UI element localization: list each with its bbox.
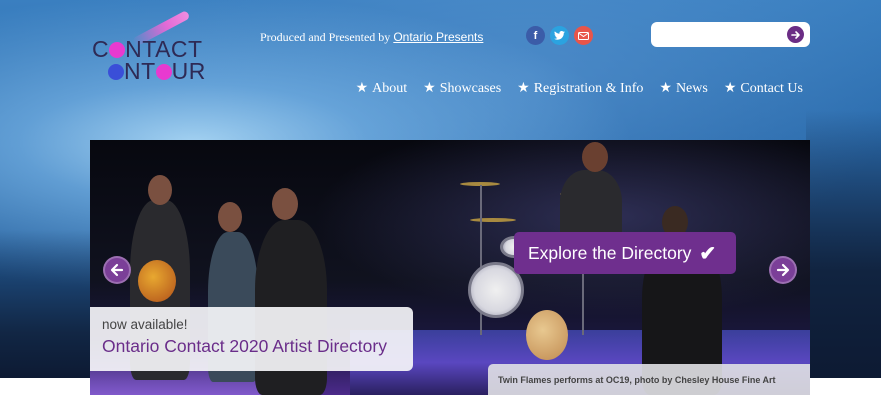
logo-line-ontour: NT UR — [108, 60, 206, 83]
explore-label: Explore the Directory — [528, 242, 692, 263]
nav-label: Contact Us — [740, 80, 803, 96]
acoustic-guitar — [526, 310, 568, 360]
email-icon[interactable] — [574, 26, 593, 45]
crowd-silhouette-right — [806, 110, 881, 378]
star-icon: ★ — [723, 81, 737, 96]
search-input[interactable] — [659, 25, 779, 44]
star-icon: ★ — [517, 81, 530, 96]
nav-item-contact-us[interactable]: ★ Contact Us — [724, 80, 803, 97]
nav-item-registration-info[interactable]: ★ Registration & Info — [517, 80, 643, 97]
caption-title: Ontario Contact 2020 Artist Directory — [102, 336, 387, 356]
nav-item-about[interactable]: ★ About — [356, 80, 408, 97]
slide-caption[interactable]: now available! Ontario Contact 2020 Arti… — [90, 307, 413, 371]
produced-by-text: Produced and Presented by Ontario Presen… — [260, 30, 483, 45]
crowd-silhouette-left — [0, 230, 90, 378]
main-nav: ★ About ★ Showcases ★ Registration & Info ★… — [356, 80, 803, 97]
prev-slide-button[interactable] — [103, 256, 131, 284]
arrow-right-icon — [776, 263, 790, 277]
performer-3-head — [272, 188, 298, 220]
star-icon: ★ — [423, 81, 436, 96]
star-icon: ★ — [659, 81, 672, 96]
cymbal — [470, 218, 516, 222]
nav-item-showcases[interactable]: ★ Showcases — [423, 80, 501, 97]
explore-directory-button[interactable]: Explore the Directory ✔ — [514, 232, 736, 274]
photo-credit: Twin Flames performs at OC19, photo by C… — [488, 364, 810, 395]
caption-subtitle: now available! — [102, 317, 188, 332]
performer-1-head — [148, 175, 172, 205]
social-icons: f — [526, 26, 593, 45]
nav-label: About — [372, 80, 408, 96]
produced-prefix: Produced and Presented by — [260, 30, 391, 44]
arrow-right-circle-icon[interactable] — [787, 26, 804, 43]
search-bar — [651, 22, 810, 47]
electric-guitar — [138, 260, 176, 302]
performer-2-head — [218, 202, 242, 232]
arrow-left-icon — [110, 263, 124, 277]
nav-label: Registration & Info — [533, 80, 644, 96]
twitter-icon[interactable] — [550, 26, 569, 45]
nav-item-news[interactable]: ★ News — [659, 80, 707, 97]
contact-ontour-logo[interactable]: C NTACT NT UR — [92, 9, 212, 85]
ontario-presents-link[interactable]: Ontario Presents — [393, 30, 483, 44]
checkmark-icon: ✔ — [699, 242, 717, 265]
star-icon: ★ — [355, 81, 369, 96]
nav-label: News — [675, 80, 708, 96]
facebook-icon[interactable]: f — [526, 26, 545, 45]
next-slide-button[interactable] — [769, 256, 797, 284]
drummer-head — [582, 142, 608, 172]
nav-label: Showcases — [439, 80, 502, 96]
